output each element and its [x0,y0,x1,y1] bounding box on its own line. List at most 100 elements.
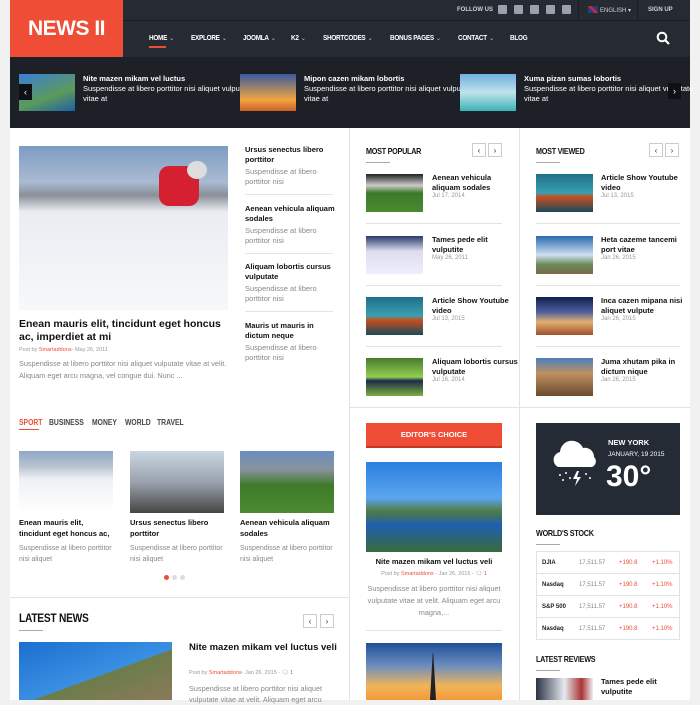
comment-count[interactable]: 1 [484,571,487,577]
most-viewed-next-button[interactable]: › [665,143,679,157]
carousel-dot[interactable] [180,575,185,580]
google-plus-icon[interactable] [530,5,539,14]
rss-icon[interactable] [562,5,571,14]
card-title[interactable]: Ursus senectus libero porttitor [130,517,226,539]
latest-news-title[interactable]: Nite mazen mikam vel luctus veli [189,642,339,653]
ticker-title[interactable]: Nite mazen mikam vel luctus [83,74,253,84]
stock-row: S&P 500 17,511.57 +190.8 +1.10% [536,596,680,618]
nav-item-blog[interactable]: BLOG [510,33,528,42]
pinterest-icon[interactable] [546,5,555,14]
editors-choice-image[interactable] [366,462,502,552]
nav-item-explore[interactable]: EXPLORE ⌄ [191,33,227,42]
most-popular-title[interactable]: Aenean vehicula aliquam sodales [432,173,518,192]
author-link[interactable]: Smartaddons [209,670,242,676]
language-selector[interactable]: ENGLISH ▾ [600,7,631,14]
most-popular-title[interactable]: Aliquam lobortis cursus vulputate [432,357,518,376]
ticker-thumbnail[interactable] [240,74,296,111]
nav-item-shortcodes[interactable]: SHORTCODES ⌄ [323,33,372,42]
chevron-down-icon: ⌄ [222,36,227,42]
most-viewed-date: Jul 13, 2015 [601,193,634,199]
stock-name: DJIA [542,559,556,566]
carousel-dot-active[interactable] [164,575,169,580]
card-title[interactable]: Aenean vehicula aliquam sodales [240,517,336,539]
post-date: - Jan 26, 2015 - [241,670,281,676]
nav-item-home[interactable]: HOME ⌄ [149,33,174,42]
ticker-prev-button[interactable]: ‹ [19,84,32,100]
tab-world[interactable]: WORLD [125,418,151,427]
most-viewed-title[interactable]: Juma xhutam pika in dictum nique [601,357,687,376]
sign-up-link[interactable]: SIGN UP [648,7,673,13]
divider [637,0,638,20]
most-viewed-title[interactable]: Article Show Youtube video [601,173,687,192]
divider [123,20,690,21]
side-list-excerpt: Suspendisse at libero porttitor nisi [245,284,317,303]
facebook-icon[interactable] [498,5,507,14]
nav-label: BLOG [510,33,528,42]
stock-change: +190.8 [619,581,638,588]
stock-name: S&P 500 [542,603,566,610]
editors-choice-label: EDITOR'S CHOICE [400,430,468,439]
nav-item-joomla[interactable]: JOOMLA ⌄ [243,33,276,42]
most-popular-thumbnail[interactable] [366,174,423,212]
author-link[interactable]: Smartaddons [39,347,72,353]
nav-item-k2[interactable]: K2 ⌄ [291,33,305,42]
featured-image[interactable] [19,146,228,310]
nav-label: EXPLORE [191,33,220,42]
card-title[interactable]: Enean mauris elit, tincidunt eget honcus… [19,517,115,539]
most-popular-next-button[interactable]: › [488,143,502,157]
most-viewed-title[interactable]: Inca cazen mipana nisi aliquet vulpute [601,296,687,315]
eiffel-image[interactable] [366,643,502,700]
side-list-title[interactable]: Aliquam lobortis cursus vulputate [245,262,335,282]
most-popular-thumbnail[interactable] [366,297,423,335]
most-viewed-title[interactable]: Heta cazeme tancemi port vitae [601,235,687,254]
editors-choice-title[interactable]: Nite mazen mikam vel luctus veli [366,557,502,566]
tab-travel[interactable]: TRAVEL [157,418,184,427]
featured-title[interactable]: Enean mauris elit, tincidunt eget honcus… [19,318,229,344]
most-viewed-thumbnail[interactable] [536,358,593,396]
side-list-title[interactable]: Aenean vehicula aliquam sodales [245,204,335,224]
ticker-title[interactable]: Mipon cazen mikam lobortis [304,74,474,84]
most-popular-thumbnail[interactable] [366,358,423,396]
ticker-next-button[interactable]: › [668,83,681,99]
review-thumbnail[interactable] [536,678,593,700]
side-list-title[interactable]: Mauris ut mauris in dictum neque [245,321,335,341]
most-viewed-thumbnail[interactable] [536,297,593,335]
stock-change: +190.8 [619,603,638,610]
side-list-title[interactable]: Ursus senectus libero porttitor [245,145,335,165]
carousel-dot[interactable] [172,575,177,580]
nav-item-contact[interactable]: CONTACT ⌄ [458,33,494,42]
comment-count[interactable]: 1 [290,670,293,676]
language-label: ENGLISH [600,8,627,14]
uk-flag-icon [588,6,598,13]
latest-news-prev-button[interactable]: ‹ [303,614,317,628]
tab-money[interactable]: MONEY [92,418,117,427]
most-viewed-thumbnail[interactable] [536,236,593,274]
logo[interactable]: NEWS II [10,0,123,57]
card-image[interactable] [240,451,334,513]
most-popular-title[interactable]: Article Show Youtube video [432,296,518,315]
card-image[interactable] [19,451,113,513]
nav-item-bonus-pages[interactable]: BONUS PAGES ⌄ [390,33,441,42]
author-link[interactable]: Smartaddons [401,571,434,577]
ticker-excerpt: Suspendisse at libero porttitor nisi ali… [304,84,474,103]
tab-sport[interactable]: SPORT [19,418,42,427]
tab-business[interactable]: BUSINESS [49,418,84,427]
side-list-excerpt: Suspendisse at libero porttitor nisi [245,167,317,186]
most-viewed-thumbnail[interactable] [536,174,593,212]
most-viewed-prev-button[interactable]: ‹ [649,143,663,157]
chevron-down-icon: ⌄ [301,36,306,42]
most-popular-prev-button[interactable]: ‹ [472,143,486,157]
most-popular-thumbnail[interactable] [366,236,423,274]
divider [366,285,502,286]
stock-percent: +1.10% [652,559,673,566]
most-viewed-heading: MOST VIEWED [536,146,585,156]
post-by-label: Post by [381,571,400,577]
latest-news-image[interactable] [19,642,172,700]
latest-news-next-button[interactable]: › [320,614,334,628]
card-image[interactable] [130,451,224,513]
search-icon[interactable] [656,31,670,45]
ticker-thumbnail[interactable] [460,74,516,111]
review-title[interactable]: Tames pede elit vulputite [601,677,681,697]
vine-icon[interactable] [514,5,523,14]
most-popular-title[interactable]: Tames pede elit vulputite [432,235,518,254]
